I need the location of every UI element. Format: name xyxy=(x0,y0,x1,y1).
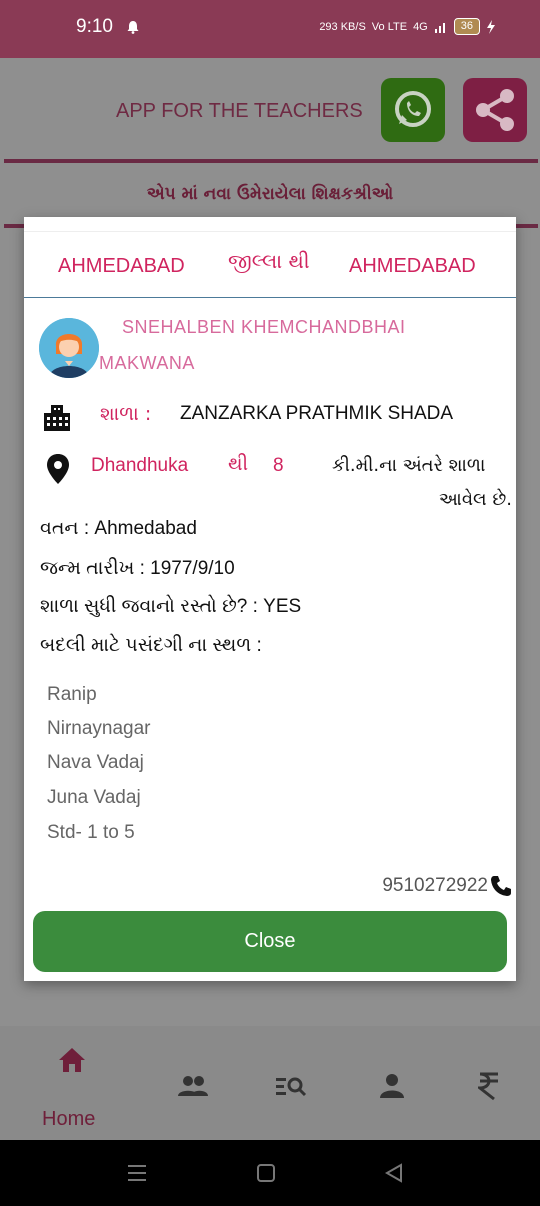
teacher-avatar-icon xyxy=(39,318,99,378)
search-list-icon xyxy=(276,1077,307,1097)
back-icon[interactable] xyxy=(384,1163,404,1183)
dialog-top-strip xyxy=(24,217,516,232)
district-to: AHMEDABAD xyxy=(349,255,476,277)
phone-icon[interactable] xyxy=(490,875,512,897)
recent-apps-icon[interactable] xyxy=(126,1164,148,1182)
location-from: Dhandhuka xyxy=(91,455,189,476)
rupee-icon xyxy=(478,1072,498,1101)
bottom-nav: Home xyxy=(0,1026,540,1140)
distance-text-line2: આવેલ છે. xyxy=(438,489,512,510)
avatar xyxy=(39,318,99,378)
nav-payment[interactable] xyxy=(462,1066,516,1106)
people-icon xyxy=(178,1076,208,1096)
nav-home[interactable] xyxy=(45,1040,99,1080)
share-icon xyxy=(476,89,514,131)
divider xyxy=(4,159,538,163)
notification-bell-icon xyxy=(127,21,139,34)
district-from: AHMEDABAD xyxy=(58,255,185,277)
battery-icon: 36 xyxy=(453,18,480,35)
nav-search[interactable] xyxy=(264,1066,318,1106)
new-teachers-banner: એપ માં નવા ઉમેરાયેલા શિક્ષકશ્રીઓ xyxy=(146,184,394,204)
system-nav-bar xyxy=(0,1140,540,1206)
preference-item: Nava Vadaj xyxy=(47,752,144,773)
home-square-icon[interactable] xyxy=(256,1163,276,1183)
person-icon xyxy=(380,1074,404,1098)
home-icon xyxy=(59,1048,85,1072)
district-mid-label: જીલ્લા થી xyxy=(228,249,310,273)
preference-item: Std- 1 to 5 xyxy=(47,822,135,843)
road-availability: શાળા સુધી જવાનો રસ્તો છે? : YES xyxy=(40,596,302,617)
date-of-birth: જન્મ તારીખ : 1977/9/10 xyxy=(40,558,235,579)
net-speed: 293 KB/S xyxy=(319,20,366,33)
nav-home-label[interactable]: Home xyxy=(42,1108,95,1131)
whatsapp-icon xyxy=(395,91,431,127)
status-bar: 9:10 293 KB/S Vo LTE 4G 36 xyxy=(0,0,540,58)
close-button[interactable]: Close xyxy=(33,911,507,972)
charging-icon xyxy=(487,19,495,34)
distance-km: 8 xyxy=(273,455,284,476)
school-name: ZANZARKA PRATHMIK SHADA xyxy=(180,403,454,424)
preference-item: Ranip xyxy=(47,684,97,705)
share-button[interactable] xyxy=(463,78,527,142)
native-place: વતન : Ahmedabad xyxy=(40,518,197,539)
signal-label: 4G xyxy=(413,20,428,33)
status-time: 9:10 xyxy=(76,16,113,37)
location-pin-icon xyxy=(47,454,69,484)
distance-text-line1: કી.મી.ના અંતરે શાળા xyxy=(332,455,486,476)
teacher-detail-dialog: AHMEDABAD જીલ્લા થી AHMEDABAD SNEHALBEN … xyxy=(24,217,516,981)
carrier-label: Vo LTE xyxy=(371,20,408,33)
preference-item: Juna Vadaj xyxy=(47,787,141,808)
nav-profile[interactable] xyxy=(365,1066,419,1106)
preference-label: બદલી માટે પસંદગી ના સ્થળ : xyxy=(40,635,262,656)
signal-icon xyxy=(434,22,445,33)
school-label: શાળા : xyxy=(100,403,152,425)
whatsapp-button[interactable] xyxy=(381,78,445,142)
teacher-name-line1: SNEHALBEN KHEMCHANDBHAI xyxy=(122,317,406,337)
nav-teachers[interactable] xyxy=(166,1066,220,1106)
phone-number[interactable]: 9510272922 xyxy=(382,875,488,897)
app-title: APP FOR THE TEACHERS xyxy=(116,100,363,122)
district-row: AHMEDABAD જીલ્લા થી AHMEDABAD xyxy=(24,231,516,298)
location-thi: થી xyxy=(228,453,249,475)
teacher-name-line2: MAKWANA xyxy=(99,353,195,373)
building-icon xyxy=(44,405,70,431)
preference-item: Nirnaynagar xyxy=(47,718,151,739)
status-icons: 293 KB/S Vo LTE 4G 36 xyxy=(319,18,496,35)
phone-contact[interactable]: 9510272922 xyxy=(382,875,512,897)
